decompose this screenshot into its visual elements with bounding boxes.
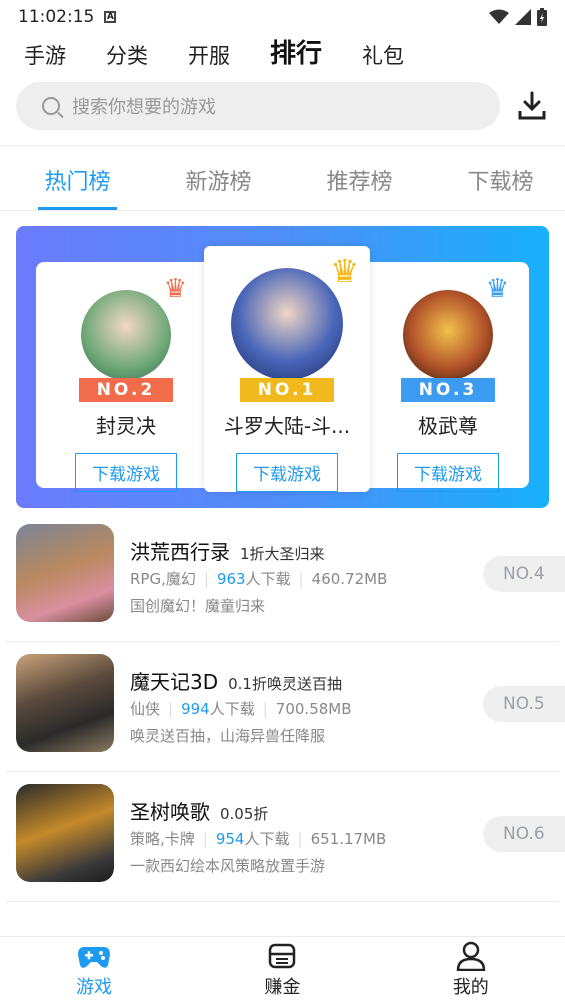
game-description: 国创魔幻！魔童归来 [130,597,266,615]
game-avatar: ♛ [403,274,509,380]
file-size: 460.72MB [311,570,388,588]
game-thumbnail [16,654,114,752]
status-bar: 11:02:15 A [0,0,565,34]
top-nav-gifts[interactable]: 礼包 [362,40,404,76]
notification-a-icon: A [104,11,117,23]
file-size: 700.58MB [275,700,352,718]
game-thumbnail [16,784,114,882]
download-suffix: 人下载 [209,700,255,718]
game-description: 一款西幻绘本风策略放置手游 [130,857,326,875]
top-three-podium: ♛ NO.2 封灵决 下载游戏 ♛ NO.1 斗罗大陆-斗... 下载游戏 ♛ … [16,226,549,508]
game-tag: 0.05折 [220,805,269,823]
download-count: 963 [216,570,246,588]
rank-badge: NO.2 [78,378,174,402]
top-nav-server-open[interactable]: 开服 [188,40,230,76]
list-item[interactable]: 圣树唤歌 0.05折 策略,卡牌 | 954人下载 | 651.17MB 一款西幻绘本风策… [0,772,565,902]
download-icon[interactable] [516,90,548,122]
game-genre: 仙侠 [130,700,161,718]
top-nav-ranking[interactable]: 排行 [270,33,323,76]
list-item[interactable]: 洪荒西行录 1折大圣归来 RPG,魔幻 | 963人下载 | 460.72MB 国创魔幻！… [0,512,565,642]
game-tag: 0.1折唤灵送百抽 [228,675,342,693]
status-icons [489,8,547,26]
game-name: 斗罗大陆-斗... [223,414,351,438]
top-nav-categories[interactable]: 分类 [106,40,148,76]
game-genre: RPG,魔幻 [130,570,196,588]
crown-icon: ♛ [485,274,509,304]
crown-icon: ♛ [330,252,359,290]
game-title: 圣树唤歌 0.05折 [130,796,268,825]
podium-card-2[interactable]: ♛ NO.2 封灵决 下载游戏 [66,274,187,492]
user-icon [456,941,486,971]
bottom-nav-label: 赚金 [264,977,301,998]
battery-icon [537,8,547,26]
crown-icon: ♛ [163,274,187,304]
ranking-tabs: 热门榜 新游榜 推荐榜 下载榜 [0,146,565,210]
game-meta: RPG,魔幻 | 963人下载 | 460.72MB [130,570,388,588]
game-title-text: 圣树唤歌 [130,800,210,824]
game-meta: 策略,卡牌 | 954人下载 | 651.17MB [130,830,387,848]
download-suffix: 人下载 [245,570,291,588]
game-name: 封灵决 [96,414,156,438]
download-count: 954 [215,830,245,848]
download-game-button[interactable]: 下载游戏 [397,453,499,492]
game-genre: 策略,卡牌 [130,830,195,848]
tab-hot[interactable]: 热门榜 [14,146,141,210]
bottom-nav-games[interactable]: 游戏 [0,937,188,1004]
divider [0,210,565,211]
game-description: 唤灵送百抽，山海异兽任降服 [130,727,326,745]
wifi-icon [489,9,509,24]
coin-icon [269,943,296,969]
game-tag: 1折大圣归来 [240,545,325,563]
search-placeholder: 搜索你想要的游戏 [72,97,216,118]
download-game-button[interactable]: 下载游戏 [236,453,338,492]
bottom-nav-earn[interactable]: 赚金 [188,937,376,1004]
rank-pill: NO.6 [483,816,565,852]
search-input[interactable]: 搜索你想要的游戏 [16,82,500,130]
download-suffix: 人下载 [244,830,290,848]
game-meta: 仙侠 | 994人下载 | 700.58MB [130,700,352,718]
rank-pill: NO.4 [483,556,565,592]
game-list: 洪荒西行录 1折大圣归来 RPG,魔幻 | 963人下载 | 460.72MB 国创魔幻！… [0,512,565,902]
bottom-nav-me[interactable]: 我的 [377,937,565,1004]
list-item[interactable]: 魔天记3D 0.1折唤灵送百抽 仙侠 | 994人下载 | 700.58MB 唤灵送百抽，… [0,642,565,772]
game-avatar: ♛ [81,274,187,380]
bottom-nav-label: 我的 [452,977,489,998]
status-time: 11:02:15 [18,7,95,27]
game-title: 魔天记3D 0.1折唤灵送百抽 [130,666,342,695]
podium-card-1[interactable]: ♛ NO.1 斗罗大陆-斗... 下载游戏 [204,246,370,492]
gamepad-icon [78,947,111,968]
bottom-nav: 游戏 赚金 我的 [0,936,565,1004]
game-name: 极武尊 [418,414,478,438]
search-icon [42,97,60,115]
search-row: 搜索你想要的游戏 [16,82,550,130]
top-nav: 手游 分类 开服 排行 礼包 [0,34,565,76]
tab-recommended[interactable]: 推荐榜 [296,146,423,210]
rank-badge: NO.3 [400,378,496,402]
tab-new[interactable]: 新游榜 [155,146,282,210]
game-avatar: ♛ [231,252,359,380]
tab-downloads[interactable]: 下载榜 [437,146,564,210]
download-game-button[interactable]: 下载游戏 [75,453,177,492]
game-title: 洪荒西行录 1折大圣归来 [130,536,325,565]
podium-card-3[interactable]: ♛ NO.3 极武尊 下载游戏 [388,274,509,492]
download-count: 994 [181,700,210,718]
bottom-nav-label: 游戏 [76,977,113,998]
file-size: 651.17MB [310,830,387,848]
rank-badge: NO.1 [239,378,335,402]
game-thumbnail [16,524,114,622]
game-title-text: 洪荒西行录 [130,540,230,564]
top-nav-mobile-games[interactable]: 手游 [24,40,66,76]
game-title-text: 魔天记3D [130,670,219,694]
rank-pill: NO.5 [483,686,565,722]
signal-icon [515,9,531,25]
